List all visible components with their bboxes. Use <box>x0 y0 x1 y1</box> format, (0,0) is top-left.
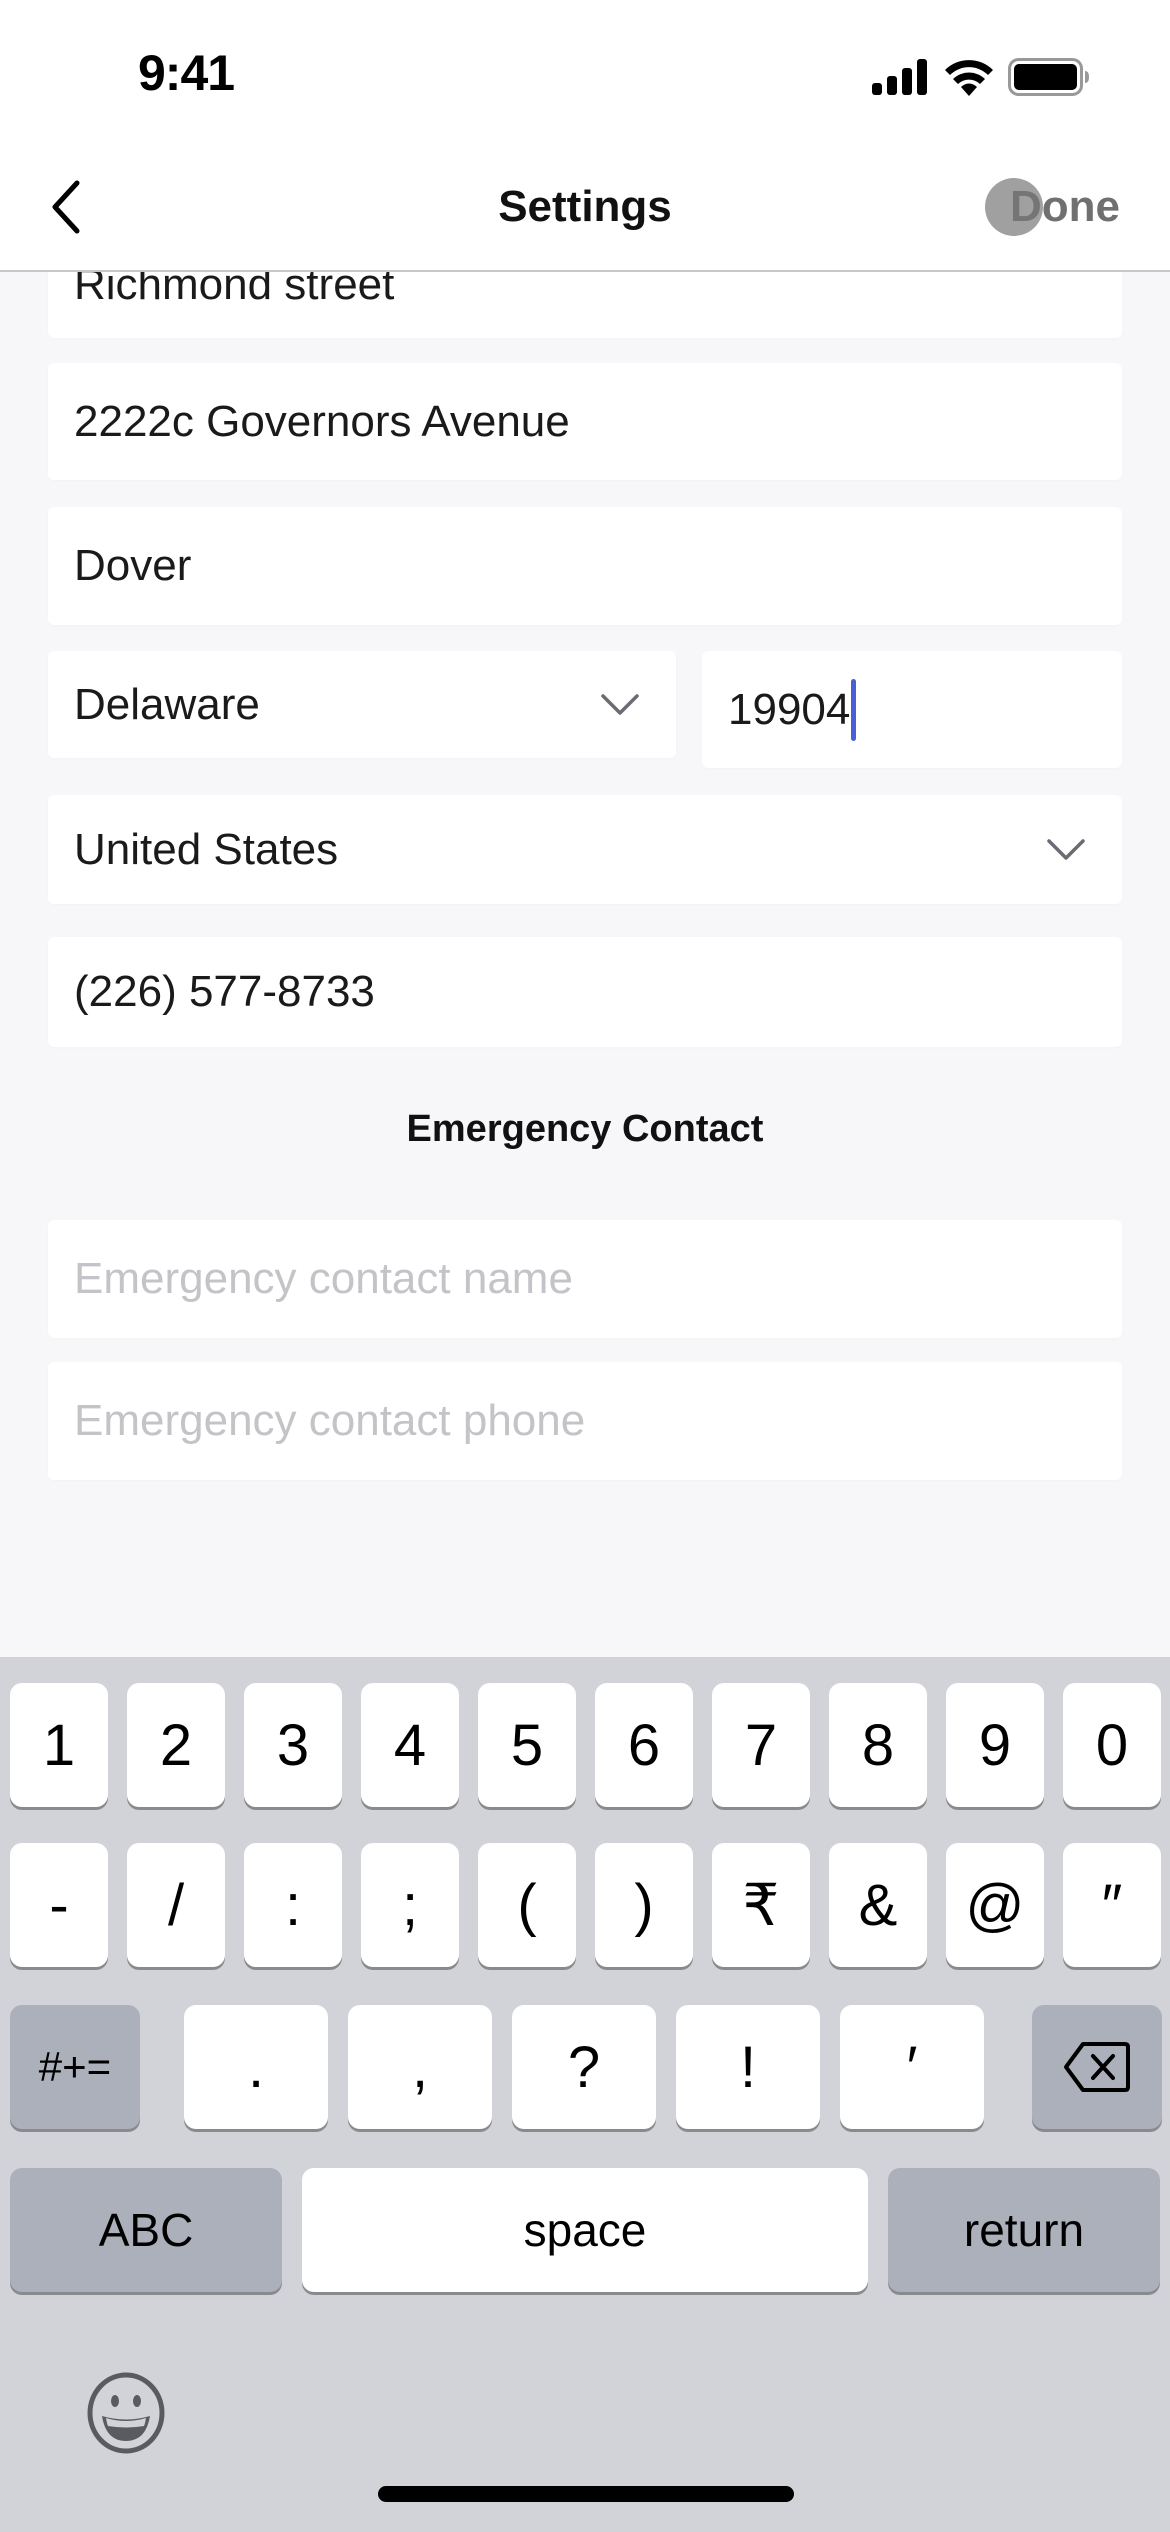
status-time: 9:41 <box>138 45 235 101</box>
phone-value: (226) 577-8733 <box>74 967 375 1016</box>
address-line1-value: Richmond street <box>74 272 395 309</box>
address-line2-field[interactable]: 2222c Governors Avenue <box>48 363 1122 480</box>
status-icons <box>872 58 1090 96</box>
abc-key[interactable]: ABC <box>10 2168 282 2292</box>
key-punct-0[interactable]: . <box>184 2005 328 2129</box>
key-punct-2[interactable]: ? <box>512 2005 656 2129</box>
key-symbol-8[interactable]: @ <box>946 1843 1044 1967</box>
key-8[interactable]: 8 <box>829 1683 927 1807</box>
key-symbol-3[interactable]: ; <box>361 1843 459 1967</box>
keyboard: #+= ABC space return 1 2 3 4 5 6 7 8 9 0 - /:;() ₹ & @… <box>0 1657 1170 2532</box>
address-form: Richmond street 2222c Governors Avenue D… <box>0 272 1170 1657</box>
key-symbol-7[interactable]: & <box>829 1843 927 1967</box>
key-10[interactable]: 0 <box>1063 1683 1161 1807</box>
wifi-icon <box>945 60 993 96</box>
emoji-smile-icon <box>87 2372 165 2454</box>
state-value: Delaware <box>74 679 260 729</box>
state-select[interactable]: Delaware <box>48 651 676 758</box>
key-symbol-2[interactable]: : <box>244 1843 342 1967</box>
key-punct-1[interactable]: , <box>348 2005 492 2129</box>
key-punct-3[interactable]: ! <box>676 2005 820 2129</box>
country-value: United States <box>74 824 339 874</box>
city-field[interactable]: Dover <box>48 507 1122 625</box>
address-line2-value: 2222c Governors Avenue <box>74 396 570 446</box>
emergency-phone-placeholder: Emergency contact phone <box>74 1396 586 1445</box>
key-1[interactable]: 1 <box>10 1683 108 1807</box>
key-punct-4[interactable]: ′ <box>840 2005 984 2129</box>
key-symbol-6[interactable]: ₹ <box>712 1843 810 1967</box>
emergency-name-placeholder: Emergency contact name <box>74 1254 573 1303</box>
battery-icon <box>1008 58 1089 96</box>
return-key[interactable]: return <box>888 2168 1160 2292</box>
key-symbols-toggle[interactable]: #+= <box>10 2005 140 2129</box>
chevron-down-icon <box>601 693 639 715</box>
text-caret <box>851 678 857 741</box>
key-7[interactable]: 7 <box>712 1683 810 1807</box>
key-2[interactable]: 2 <box>127 1683 225 1807</box>
zip-value: 19904 <box>728 684 851 734</box>
address-line1-field[interactable]: Richmond street <box>48 272 1122 338</box>
key-4[interactable]: 4 <box>361 1683 459 1807</box>
delete-key[interactable] <box>1032 2005 1162 2129</box>
emoji-button[interactable] <box>84 2371 168 2455</box>
emergency-phone-field[interactable]: Emergency contact phone <box>48 1362 1122 1480</box>
country-select[interactable]: United States <box>48 795 1122 904</box>
key-3[interactable]: 3 <box>244 1683 342 1807</box>
emergency-name-field[interactable]: Emergency contact name <box>48 1220 1122 1338</box>
key-symbol-1[interactable]: / <box>127 1843 225 1967</box>
phone-field[interactable]: (226) 577-8733 <box>48 937 1122 1047</box>
cellular-signal-icon <box>872 59 927 95</box>
key-6[interactable]: 6 <box>595 1683 693 1807</box>
space-key[interactable]: space <box>302 2168 868 2292</box>
status-bar: 9:41 <box>0 0 1170 150</box>
key-9[interactable]: 9 <box>946 1683 1044 1807</box>
key-symbol-0[interactable]: - <box>10 1843 108 1967</box>
chevron-down-icon <box>1047 838 1085 860</box>
key-symbol-5[interactable]: ) <box>595 1843 693 1967</box>
key-5[interactable]: 5 <box>478 1683 576 1807</box>
zip-field[interactable]: 19904 <box>702 651 1122 768</box>
touch-indicator <box>985 178 1043 236</box>
backspace-icon <box>1064 2042 1130 2092</box>
home-indicator <box>378 2486 794 2502</box>
key-symbol-4[interactable]: ( <box>478 1843 576 1967</box>
key-symbol-9[interactable]: ″ <box>1063 1843 1161 1967</box>
city-value: Dover <box>74 541 192 590</box>
emergency-contact-heading: Emergency Contact <box>406 1108 764 1150</box>
